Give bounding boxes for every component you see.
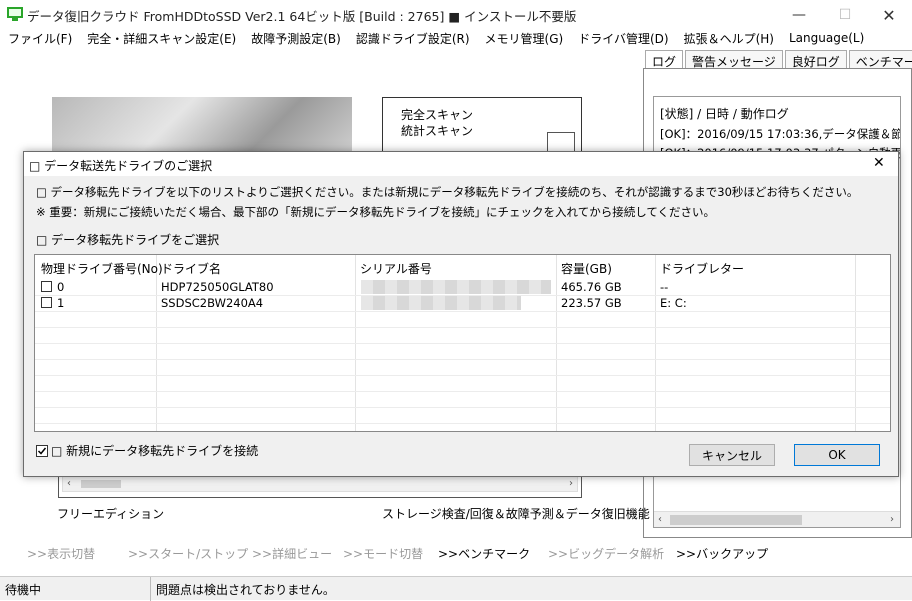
feature-label: ストレージ検査/回復＆故障予測＆データ復旧機能 bbox=[382, 507, 650, 521]
row-divider bbox=[35, 343, 890, 344]
menu-drive-settings[interactable]: 認識ドライブ設定(R) bbox=[348, 30, 470, 47]
dialog-title-bar: □ データ転送先ドライブのご選択 ✕ bbox=[24, 152, 898, 176]
drive-list[interactable]: 物理ドライブ番号(No) ドライブ名 シリアル番号 容量(GB) ドライブレター… bbox=[34, 254, 891, 432]
row-divider bbox=[35, 423, 890, 424]
status-bar: 待機中 問題点は検出されておりません。 bbox=[0, 576, 912, 601]
cell-capacity: 465.76 GB bbox=[561, 280, 622, 294]
menu-failure-prediction[interactable]: 故障予測設定(B) bbox=[243, 30, 341, 47]
maximize-button[interactable]: ☐ bbox=[822, 0, 868, 30]
row-checkbox[interactable] bbox=[41, 297, 52, 308]
window-title: データ復旧クラウド FromHDDtoSSD Ver2.1 64ビット版 [Bu… bbox=[27, 9, 577, 24]
mode-backup[interactable]: >>バックアップ bbox=[676, 545, 768, 562]
drive-select-dialog: □ データ転送先ドライブのご選択 ✕ □ データ移転先ドライブを以下のリストより… bbox=[23, 151, 899, 477]
scan-full-label: 完全スキャン bbox=[401, 108, 474, 122]
drive-image bbox=[52, 97, 352, 157]
column-header-no[interactable]: 物理ドライブ番号(No) bbox=[41, 260, 163, 277]
mode-benchmark[interactable]: >>ベンチマーク bbox=[438, 545, 530, 562]
table-row[interactable]: 1 SSDSC2BW240A4 223.57 GB E: C: bbox=[35, 295, 890, 311]
column-header-name[interactable]: ドライブ名 bbox=[161, 260, 221, 277]
row-divider bbox=[35, 391, 890, 392]
dialog-instruction: □ データ移転先ドライブを以下のリストよりご選択ください。または新規にデータ移転… bbox=[36, 185, 859, 199]
scrollbar-thumb[interactable] bbox=[81, 480, 121, 488]
cell-no: 0 bbox=[57, 280, 65, 294]
edition-label: フリーエディション bbox=[57, 507, 165, 521]
scroll-right-icon[interactable]: › bbox=[569, 478, 573, 489]
cell-capacity: 223.57 GB bbox=[561, 296, 622, 310]
new-drive-checkbox[interactable] bbox=[36, 444, 48, 457]
cell-no: 1 bbox=[57, 296, 65, 310]
dialog-body: □ データ移転先ドライブを以下のリストよりご選択ください。または新規にデータ移転… bbox=[24, 176, 898, 476]
tab-log[interactable]: ログ bbox=[645, 50, 684, 70]
status-state: 待機中 bbox=[5, 583, 42, 597]
mode-detail-view[interactable]: >>詳細ビュー bbox=[252, 545, 332, 562]
log-hscrollbar[interactable]: ‹ › bbox=[654, 511, 900, 527]
cell-name: HDP725050GLAT80 bbox=[161, 280, 274, 294]
table-row[interactable]: 0 HDP725050GLAT80 465.76 GB -- bbox=[35, 279, 890, 295]
dialog-close-button[interactable]: ✕ bbox=[873, 155, 885, 171]
close-button[interactable]: ✕ bbox=[866, 0, 912, 30]
ok-button[interactable]: OK bbox=[794, 444, 880, 466]
menu-file[interactable]: ファイル(F) bbox=[0, 30, 72, 47]
new-drive-option[interactable]: □ 新規にデータ移転先ドライブを接続 bbox=[36, 442, 258, 459]
scroll-right-icon[interactable]: › bbox=[890, 514, 894, 525]
cancel-button[interactable]: キャンセル bbox=[689, 444, 775, 466]
row-divider bbox=[35, 327, 890, 328]
menu-bar: ファイル(F) 完全・詳細スキャン設定(E) 故障予測設定(B) 認識ドライブ設… bbox=[0, 28, 912, 48]
row-checkbox[interactable] bbox=[41, 281, 52, 292]
menu-driver[interactable]: ドライバ管理(D) bbox=[570, 30, 668, 47]
row-divider bbox=[35, 375, 890, 376]
cell-letter: E: C: bbox=[660, 296, 687, 310]
column-header-capacity[interactable]: 容量(GB) bbox=[561, 260, 612, 277]
mode-bar: >>表示切替 >>スタート/ストップ >>詳細ビュー >>モード切替 >>ベンチ… bbox=[0, 542, 912, 564]
scroll-left-icon[interactable]: ‹ bbox=[658, 514, 662, 525]
column-header-letter[interactable]: ドライブレター bbox=[660, 260, 744, 277]
dialog-important-note: ※ 重要：新規にご接続いただく場合、最下部の「新規にデータ移転先ドライブを接続」… bbox=[36, 205, 716, 219]
status-message: 問題点は検出されておりません。 bbox=[156, 583, 335, 597]
row-divider bbox=[35, 407, 890, 408]
list-caption: □ データ移転先ドライブをご選択 bbox=[36, 233, 220, 247]
app-icon bbox=[7, 7, 23, 21]
title-bar: データ復旧クラウド FromHDDtoSSD Ver2.1 64ビット版 [Bu… bbox=[0, 0, 912, 30]
status-divider bbox=[150, 577, 151, 601]
tab-warning[interactable]: 警告メッセージ bbox=[685, 50, 783, 70]
mode-bigdata[interactable]: >>ビッグデータ解析 bbox=[548, 545, 664, 562]
scroll-left-icon[interactable]: ‹ bbox=[67, 478, 71, 489]
row-divider bbox=[35, 359, 890, 360]
log-line: [OK]：2016/09/15 17:03:36,データ保護＆節電機 bbox=[660, 127, 901, 141]
main-hscrollbar[interactable]: ‹ › bbox=[62, 476, 578, 492]
mode-display-toggle[interactable]: >>表示切替 bbox=[27, 545, 95, 562]
log-header: [状態] / 日時 / 動作ログ bbox=[660, 107, 789, 121]
dialog-title: □ データ転送先ドライブのご選択 bbox=[29, 159, 213, 173]
scan-stat-label: 統計スキャン bbox=[401, 124, 474, 138]
tab-benchmark[interactable]: ベンチマーク bbox=[848, 50, 912, 70]
scrollbar-thumb[interactable] bbox=[670, 515, 802, 525]
log-tabs: ログ 警告メッセージ 良好ログ ベンチマーク bbox=[645, 50, 912, 70]
checkmark-icon bbox=[37, 447, 47, 455]
menu-language[interactable]: Language(L) bbox=[781, 31, 864, 45]
menu-help[interactable]: 拡張＆ヘルプ(H) bbox=[676, 30, 774, 47]
cell-letter: -- bbox=[660, 280, 669, 294]
tab-good-log[interactable]: 良好ログ bbox=[784, 50, 847, 70]
cell-serial-redacted bbox=[361, 280, 551, 294]
minimize-button[interactable]: — bbox=[776, 0, 822, 30]
menu-memory[interactable]: メモリ管理(G) bbox=[477, 30, 564, 47]
row-divider bbox=[35, 311, 890, 312]
cell-serial-redacted bbox=[361, 296, 521, 310]
menu-scan-settings[interactable]: 完全・詳細スキャン設定(E) bbox=[79, 30, 236, 47]
column-header-serial[interactable]: シリアル番号 bbox=[360, 260, 432, 277]
scan-mode-box[interactable]: 完全スキャン 統計スキャン bbox=[382, 97, 582, 157]
mode-start-stop[interactable]: >>スタート/ストップ bbox=[128, 545, 248, 562]
new-drive-label: □ 新規にデータ移転先ドライブを接続 bbox=[51, 444, 259, 458]
cell-name: SSDSC2BW240A4 bbox=[161, 296, 264, 310]
mode-switch[interactable]: >>モード切替 bbox=[343, 545, 423, 562]
